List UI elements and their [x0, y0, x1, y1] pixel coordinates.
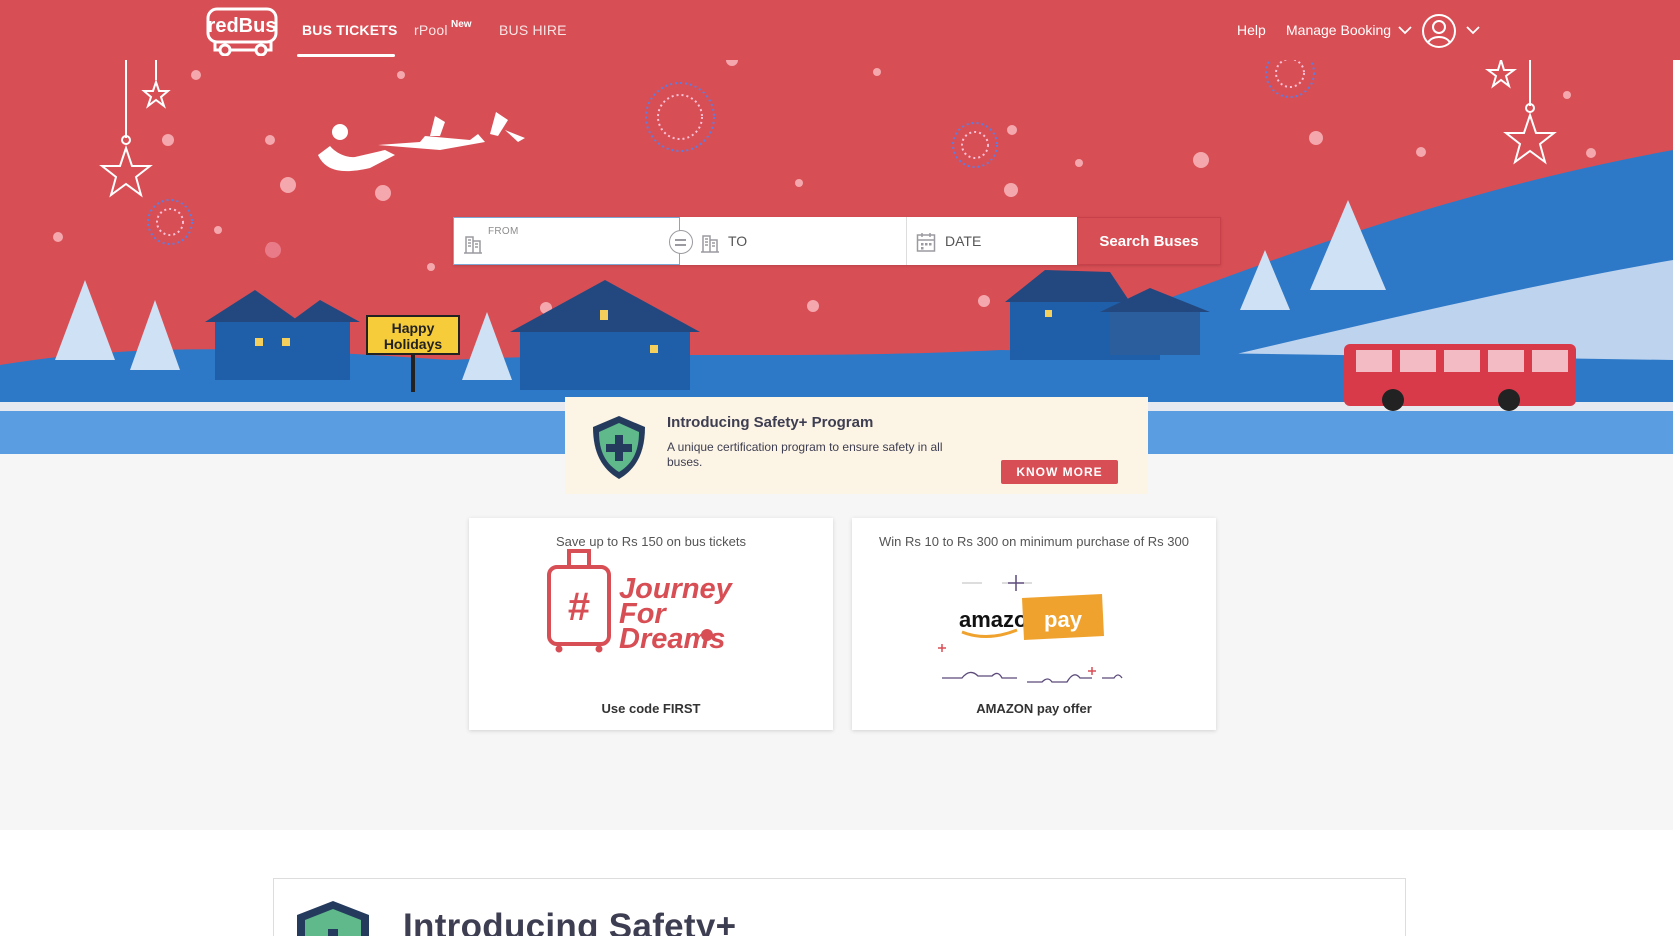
date-label: DATE — [945, 233, 982, 249]
offer-card-first[interactable]: Save up to Rs 150 on bus tickets # Journ… — [469, 518, 833, 730]
safety-banner-title: Introducing Safety+ Program — [667, 414, 874, 431]
offer-footer: AMAZON pay offer — [976, 701, 1092, 716]
city-building-icon — [701, 235, 719, 253]
date-field[interactable]: DATE — [907, 217, 1077, 265]
top-header: redBus BUS TICKETS rPool New BUS HIRE He… — [0, 0, 1680, 60]
hero-banner: Happy Holidays FROM TO DATE Search Buses — [0, 60, 1673, 454]
manage-booking-link[interactable]: Manage Booking — [1286, 22, 1391, 38]
offers-section — [0, 454, 1673, 830]
nav-rpool[interactable]: rPool — [414, 22, 448, 38]
safety-plus-banner: Introducing Safety+ Program A unique cer… — [565, 397, 1148, 494]
swap-cities-icon[interactable] — [669, 230, 693, 254]
to-label: TO — [728, 233, 748, 249]
redbus-logo[interactable]: redBus — [205, 6, 281, 56]
to-field[interactable]: TO — [680, 217, 907, 265]
safety-plus-section: Introducing Safety+ — [273, 878, 1406, 936]
amazon-pay-art: amazon pay — [938, 575, 1123, 683]
chevron-down-icon[interactable] — [1397, 25, 1413, 35]
shield-plus-icon — [297, 901, 369, 936]
nav-bus-hire[interactable]: BUS HIRE — [499, 22, 567, 38]
from-label: FROM — [488, 226, 519, 237]
journey-for-dreams-art: # Journey For Dreams — [547, 549, 734, 655]
hashtag-symbol: # — [568, 585, 590, 629]
art-word-dreams: Dreams — [619, 623, 725, 655]
offer-footer: Use code FIRST — [601, 701, 701, 716]
city-building-icon — [464, 236, 482, 254]
from-field[interactable]: FROM — [453, 217, 693, 265]
search-buses-button[interactable]: Search Buses — [1077, 217, 1221, 265]
sign-line-1: Happy — [392, 320, 435, 336]
know-more-button[interactable]: KNOW MORE — [1001, 460, 1118, 484]
nav-bus-tickets[interactable]: BUS TICKETS — [302, 22, 398, 38]
chevron-down-icon[interactable] — [1465, 25, 1481, 35]
bus-search-bar: FROM TO DATE Search Buses — [453, 217, 1221, 265]
new-badge: New — [451, 19, 472, 30]
help-link[interactable]: Help — [1237, 22, 1266, 38]
offer-card-amazon-pay[interactable]: Win Rs 10 to Rs 300 on minimum purchase … — [852, 518, 1216, 730]
shield-plus-icon — [593, 416, 645, 479]
safety-banner-description: A unique certification program to ensure… — [667, 440, 943, 469]
calendar-icon — [916, 233, 936, 252]
user-account-icon[interactable] — [1421, 13, 1457, 49]
safety-section-title: Introducing Safety+ — [403, 907, 737, 936]
sign-line-2: Holidays — [384, 336, 443, 352]
nav-active-indicator — [297, 54, 395, 57]
pay-word: pay — [1044, 607, 1083, 632]
brand-name: redBus — [208, 15, 277, 37]
bus-illustration — [1344, 344, 1576, 411]
